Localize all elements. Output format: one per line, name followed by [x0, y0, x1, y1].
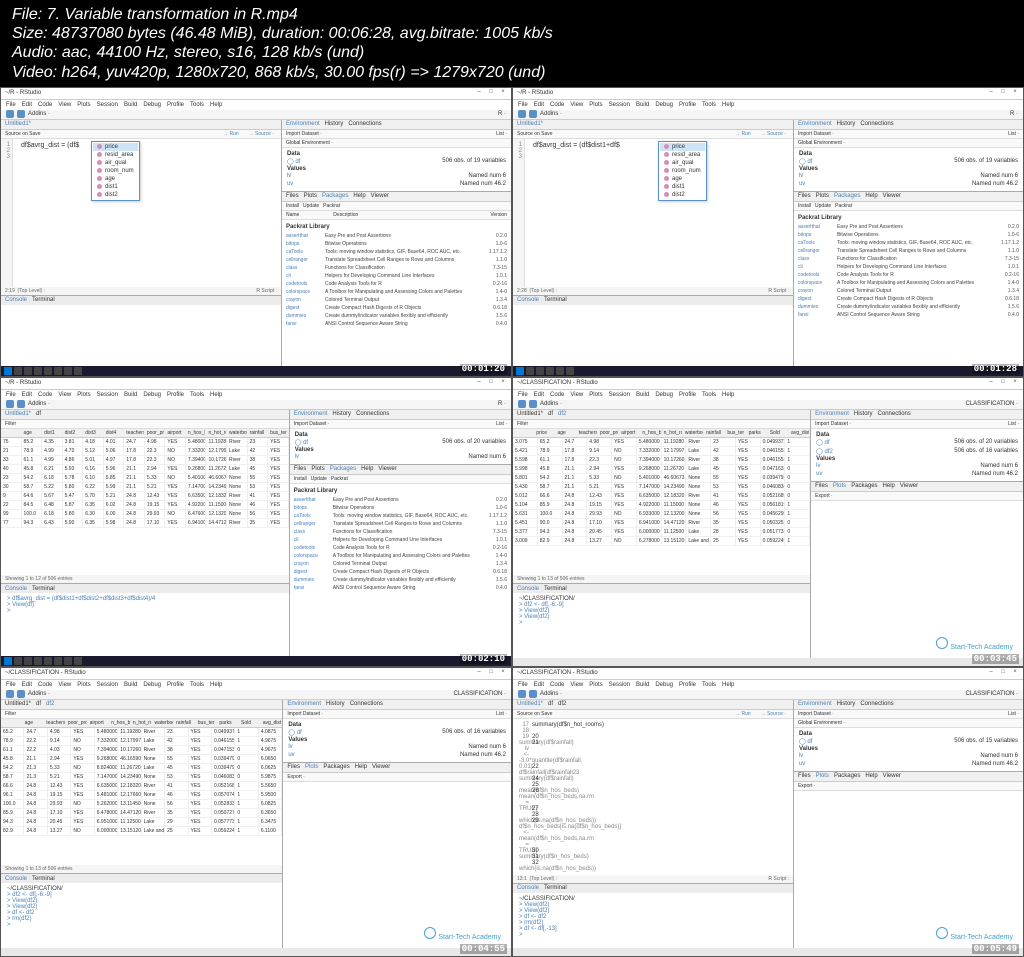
packages-list[interactable]: Packrat Library assertthatEasy Pre and P… [282, 220, 511, 368]
audio-info: Audio: aac, 44100 Hz, stereo, s16, 128 k… [12, 43, 1012, 62]
editor-tab[interactable]: Untitled1* [5, 121, 31, 127]
filter-button[interactable]: Filter [5, 421, 16, 427]
project-dropdown[interactable]: R · [498, 111, 506, 117]
cursor-pos: 2:19 [5, 288, 15, 294]
autocomplete-popup[interactable]: price resid_area air_qual room_num age d… [91, 141, 140, 201]
field-icon [97, 152, 102, 157]
start-icon[interactable] [4, 367, 12, 375]
packrat-button[interactable]: Packrat [323, 203, 340, 209]
code-line: df$avrg_dist = (df$ [21, 142, 275, 149]
data-table[interactable]: ageteacherspoor_propairportn_hos_bedsn_h… [1, 719, 282, 865]
watermark-icon [936, 637, 948, 649]
console-tab[interactable]: Console [5, 297, 27, 303]
field-icon [97, 176, 102, 181]
import-button[interactable]: Import Dataset · [286, 131, 322, 137]
update-button[interactable]: Update [303, 203, 319, 209]
export-button[interactable]: Export · [815, 493, 833, 499]
frame-4: ~/CLASSIFICATION - RStudio–□× FileEditCo… [512, 377, 1024, 667]
install-button[interactable]: Install [286, 203, 299, 209]
close-icon[interactable]: × [499, 89, 507, 97]
source-save-check[interactable]: Source on Save [5, 131, 41, 137]
minimize-icon[interactable]: – [475, 89, 483, 97]
terminal-tab[interactable]: Terminal [32, 297, 55, 303]
video-info: Video: h264, yuv420p, 1280x720, 868 kb/s… [12, 63, 1012, 82]
frame-5: ~/CLASSIFICATION - RStudio–□× FileEditCo… [0, 667, 512, 957]
addins-dropdown[interactable]: Addins · [28, 111, 50, 117]
code-editor[interactable]: 123 df$avrg_dist = (df$dist1+df$ price r… [513, 139, 793, 287]
data-table[interactable]: agedist1dist2dist3dist4teacherspoor_prop… [1, 429, 289, 575]
frame-3: ~/R - RStudio–□× FileEditCodeViewPlotsSe… [0, 377, 512, 667]
new-icon[interactable] [6, 110, 14, 118]
timestamp: 00:01:20 [460, 364, 507, 374]
field-icon [97, 192, 102, 197]
window-title: ~/R - RStudio [5, 90, 41, 96]
maximize-icon[interactable]: □ [487, 89, 495, 97]
env-tab[interactable]: Environment [286, 121, 320, 127]
console[interactable] [1, 305, 281, 368]
frame-6: ~/CLASSIFICATION - RStudio–□× FileEditCo… [512, 667, 1024, 957]
field-icon [97, 184, 102, 189]
field-icon [97, 168, 102, 173]
run-button[interactable]: → Run [220, 131, 242, 137]
code-editor[interactable]: 123 df$avrg_dist = (df$ price resid_area… [1, 139, 281, 287]
menubar[interactable]: FileEditCodeViewPlotsSessionBuildDebugPr… [1, 100, 511, 110]
environment-pane: Data ◯ df506 obs. of 19 variables Values… [282, 148, 511, 191]
code-editor[interactable]: 17summary(df$n_hot_rooms)181920summary(d… [513, 719, 793, 875]
df-tab[interactable]: df [36, 411, 41, 417]
frame-1: ~/R - RStudio –□ × FileEditCodeViewPlotsS… [0, 87, 512, 377]
file-info: File: 7. Variable transformation in R.mp… [12, 5, 1012, 24]
env-var[interactable]: ◯ df [287, 158, 300, 165]
frame-2: ~/R - RStudio–□× FileEditCodeViewPlotsSe… [512, 87, 1024, 377]
console[interactable]: > df$avrg_dist = (df$dist1+df$dist2+df$d… [1, 593, 289, 658]
open-icon[interactable] [17, 110, 25, 118]
global-env-dropdown[interactable]: Global Environment · [286, 140, 333, 146]
size-info: Size: 48737080 bytes (46.48 MiB), durati… [12, 24, 1012, 43]
menu-file[interactable]: File [6, 102, 16, 108]
source-button[interactable]: → Source · [246, 131, 277, 137]
data-table[interactable]: priceageteacherspoor_propairportn_hos_be… [513, 429, 810, 575]
field-icon [97, 160, 102, 165]
field-icon [97, 144, 102, 149]
